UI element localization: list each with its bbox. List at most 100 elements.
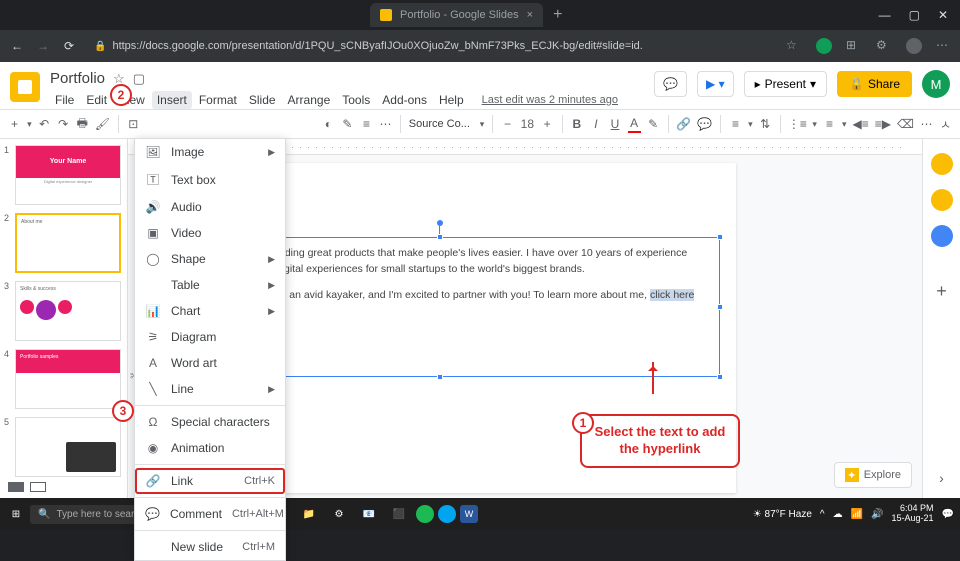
document-title[interactable]: Portfolio	[50, 70, 105, 87]
maximize-button[interactable]: ▢	[909, 8, 920, 22]
menu-item-link[interactable]: 🔗LinkCtrl+K	[135, 468, 285, 494]
align-button[interactable]: ≡	[729, 115, 742, 133]
toolbar-collapse-button[interactable]: ㅅ	[939, 115, 952, 133]
font-size-dec[interactable]: −	[501, 115, 514, 133]
grid-view-button[interactable]	[8, 482, 24, 492]
tray-volume-icon[interactable]: 🔊	[871, 509, 883, 520]
tray-chevron-icon[interactable]: ^	[820, 509, 825, 520]
menu-item-video[interactable]: ▣Video	[135, 220, 285, 246]
close-tab-icon[interactable]: ×	[527, 9, 533, 21]
minimize-button[interactable]: —	[879, 8, 891, 22]
add-panel-button[interactable]: +	[936, 281, 947, 302]
reload-button[interactable]: ⟳	[60, 39, 78, 53]
more-button[interactable]: ⋯	[920, 115, 933, 133]
menu-item-chart[interactable]: 📊Chart▶	[135, 298, 285, 324]
menu-item-comment[interactable]: 💬CommentCtrl+Alt+M	[135, 501, 285, 527]
menu-item-line[interactable]: ╲Line▶	[135, 376, 285, 402]
weather-widget[interactable]: ☀ 87°F Haze	[753, 509, 812, 520]
comments-button[interactable]: 💬	[654, 71, 687, 97]
print-button[interactable]: 🖶	[76, 115, 89, 133]
resize-handle[interactable]	[717, 374, 723, 380]
font-select[interactable]	[409, 118, 474, 130]
tray-wifi-icon[interactable]: 📶	[851, 509, 863, 520]
chrome-menu-icon[interactable]: ⋯	[936, 38, 952, 54]
slide-thumb-5[interactable]	[15, 417, 121, 477]
menu-item-animation[interactable]: ◉Animation	[135, 435, 285, 461]
move-icon[interactable]: ▢	[133, 71, 145, 87]
last-edit-link[interactable]: Last edit was 2 minutes ago	[477, 92, 623, 108]
font-size-value[interactable]: 18	[520, 117, 535, 131]
taskbar-app-explorer[interactable]: 📁	[296, 501, 322, 527]
back-button[interactable]: ←	[8, 39, 26, 53]
indent-dec-button[interactable]: ◀≡	[853, 115, 869, 133]
collapse-panel-button[interactable]: ›	[939, 470, 944, 486]
browser-tab[interactable]: Portfolio - Google Slides ×	[370, 3, 543, 27]
menu-slide[interactable]: Slide	[244, 91, 281, 109]
rotate-handle[interactable]	[437, 220, 443, 226]
forward-button[interactable]: →	[34, 39, 52, 53]
paint-format-button[interactable]: 🖌	[95, 115, 110, 133]
keep-icon[interactable]	[931, 189, 953, 211]
menu-format[interactable]: Format	[194, 91, 242, 109]
tray-cloud-icon[interactable]: ☁	[833, 509, 843, 520]
bold-button[interactable]: B	[570, 115, 583, 133]
url-input[interactable]	[112, 40, 642, 52]
border-dash-button[interactable]: ⋯	[379, 115, 392, 133]
highlight-button[interactable]: ✎	[647, 115, 660, 133]
slides-logo-icon[interactable]	[10, 72, 40, 102]
border-color-button[interactable]: ✎	[341, 115, 354, 133]
menu-item-shape[interactable]: ◯Shape▶	[135, 246, 285, 272]
taskbar-app-spotify[interactable]	[416, 505, 434, 523]
menu-item-table[interactable]: Table▶	[135, 272, 285, 298]
menu-item-audio[interactable]: 🔊Audio	[135, 194, 285, 220]
user-avatar[interactable]: M	[922, 70, 950, 98]
indent-inc-button[interactable]: ≡▶	[875, 115, 891, 133]
redo-button[interactable]: ↷	[57, 115, 70, 133]
menu-item-diagram[interactable]: ⚞Diagram	[135, 324, 285, 350]
zoom-fit-button[interactable]: ⊡	[127, 115, 140, 133]
comment-button[interactable]: 💬	[697, 115, 712, 133]
clear-format-button[interactable]: ⌫	[897, 115, 914, 133]
text-color-button[interactable]: A	[628, 115, 641, 133]
fill-color-button[interactable]: ◐	[322, 115, 335, 133]
menu-item-image[interactable]: 🖼Image▶	[135, 139, 285, 165]
taskbar-app-office[interactable]: ⬛	[386, 501, 412, 527]
extension-icon-1[interactable]	[816, 38, 832, 54]
taskbar-app-2[interactable]: 📧	[356, 501, 382, 527]
menu-edit[interactable]: Edit	[81, 91, 112, 109]
menu-insert[interactable]: Insert	[152, 91, 192, 109]
notifications-button[interactable]: 💬	[942, 509, 954, 520]
menu-item-special-chars[interactable]: ΩSpecial characters	[135, 409, 285, 435]
calendar-icon[interactable]	[931, 153, 953, 175]
italic-button[interactable]: I	[589, 115, 602, 133]
resize-handle[interactable]	[717, 304, 723, 310]
slide-thumb-4[interactable]: Portfolio samples	[15, 349, 121, 409]
bullet-list-button[interactable]: ⋮≡	[788, 115, 806, 133]
slide-thumb-3[interactable]: Skills & success	[15, 281, 121, 341]
menu-help[interactable]: Help	[434, 91, 469, 109]
menu-arrange[interactable]: Arrange	[283, 91, 336, 109]
underline-button[interactable]: U	[608, 115, 621, 133]
taskbar-app-word[interactable]: W	[460, 505, 478, 523]
profile-avatar[interactable]	[906, 38, 922, 54]
resize-handle[interactable]	[437, 374, 443, 380]
menu-item-wordart[interactable]: AWord art	[135, 350, 285, 376]
new-tab-button[interactable]: +	[553, 6, 562, 24]
bookmark-icon[interactable]: ☆	[786, 38, 802, 54]
menu-item-textbox[interactable]: 🅃Text box	[135, 165, 285, 194]
line-spacing-button[interactable]: ⇅	[759, 115, 772, 133]
extension-icon-3[interactable]: ⚙	[876, 38, 892, 54]
taskbar-app-3[interactable]	[438, 505, 456, 523]
present-button[interactable]: ▸ Present ▾	[744, 71, 827, 97]
start-button[interactable]: ⊞	[6, 504, 26, 524]
border-weight-button[interactable]: ≡	[360, 115, 373, 133]
font-size-inc[interactable]: +	[541, 115, 554, 133]
new-slide-button[interactable]: +	[8, 115, 21, 133]
menu-file[interactable]: File	[50, 91, 79, 109]
share-button[interactable]: 🔒 Share	[837, 71, 912, 97]
selected-text[interactable]: click here	[650, 289, 694, 301]
extension-icon-2[interactable]: ⊞	[846, 38, 862, 54]
system-clock[interactable]: 6:04 PM15-Aug-21	[892, 504, 934, 524]
filmstrip-view-button[interactable]	[30, 482, 46, 492]
resize-handle[interactable]	[717, 234, 723, 240]
